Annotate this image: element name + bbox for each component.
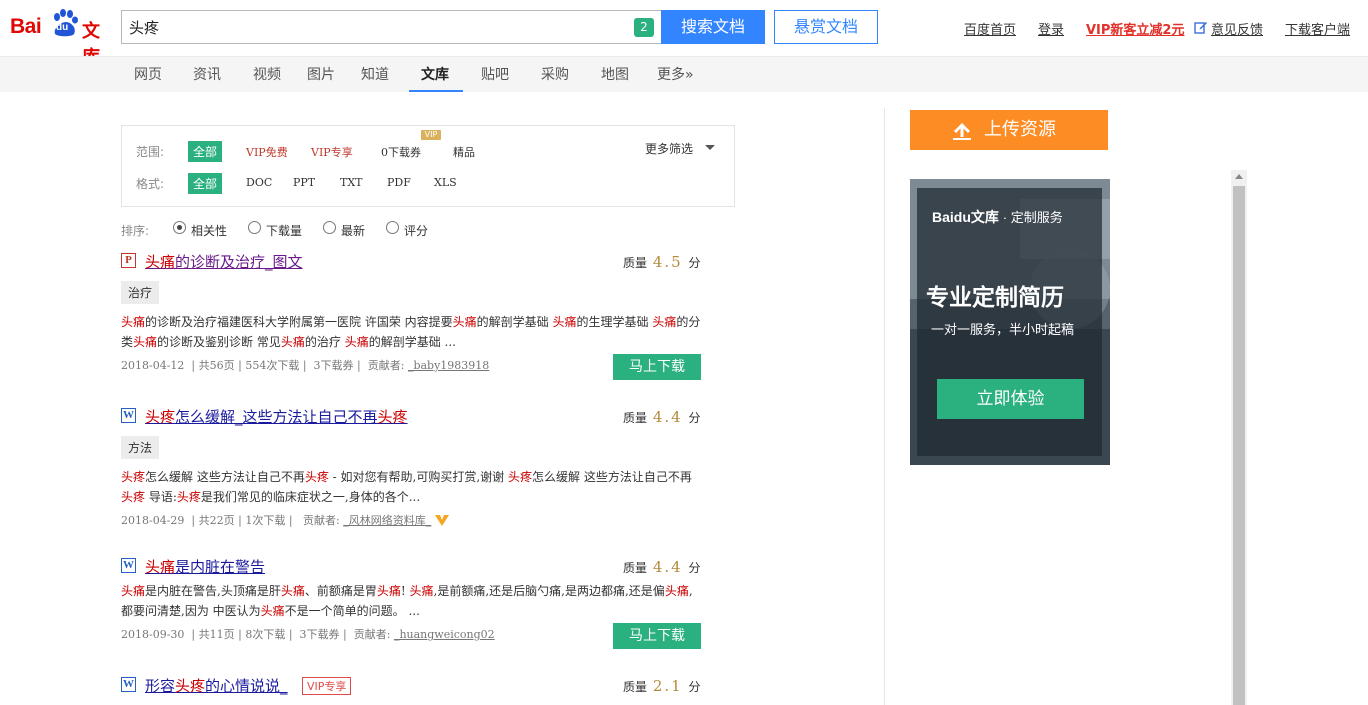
quality-score: 质量 2.1 分	[623, 677, 701, 695]
scope-premium-chip[interactable]: 精品	[453, 144, 475, 160]
sort-relevance-label[interactable]: 相关性	[191, 222, 227, 239]
result-meta: 2018-09-30 | 共11页 | 8次下载 | 3下载券 | 贡献者: _…	[121, 628, 495, 641]
feedback-edit-icon	[1194, 22, 1207, 34]
contributor-link[interactable]: _baby1983918	[408, 359, 489, 372]
scope-vip-exclusive-chip[interactable]: VIP专享	[311, 144, 353, 160]
search-docs-button[interactable]: 搜索文档	[661, 10, 765, 44]
upload-resource-button[interactable]: 上传资源	[910, 110, 1108, 150]
format-txt-chip[interactable]: TXT	[340, 176, 363, 189]
sort-newest-radio[interactable]	[323, 221, 336, 234]
result-meta: 2018-04-12 | 共56页 | 554次下载 | 3下载券 | 贡献者:…	[121, 359, 490, 372]
keyword-tag[interactable]: 方法	[121, 436, 160, 459]
baidu-wenku-logo[interactable]: Bai du 文库	[10, 8, 112, 68]
sort-rating-label[interactable]: 评分	[404, 222, 428, 239]
custom-resume-ad-banner[interactable]: Baidu文库 · 定制服务 专业定制简历 一对一服务，半小时起稿 立即体验	[910, 179, 1110, 465]
result-title-link[interactable]: 形容头疼的心情说说_	[145, 675, 288, 696]
sort-label: 排序:	[121, 224, 150, 238]
contributor-link[interactable]: _风林网络资料库_	[343, 514, 431, 527]
sort-relevance-radio[interactable]	[173, 221, 186, 234]
sort-newest-label[interactable]: 最新	[341, 222, 365, 239]
sort-downloads-radio[interactable]	[248, 221, 261, 234]
more-filters-toggle[interactable]: 更多筛选	[645, 140, 693, 157]
vip-promo-link[interactable]: VIP新客立减2元	[1086, 19, 1184, 38]
search-box: 2	[121, 10, 661, 44]
scope-zero-coupon-chip[interactable]: 0下载券	[381, 144, 421, 160]
upload-arrow-icon	[953, 123, 971, 140]
nav-item-image[interactable]: 图片	[307, 64, 335, 93]
nav-item-map[interactable]: 地图	[601, 64, 629, 93]
nav-item-more[interactable]: 更多»	[657, 64, 694, 93]
keyword-tag[interactable]: 治疗	[121, 281, 160, 304]
result-meta: 2018-04-29 | 共22页 | 1次下载 | 贡献者: _风林网络资料库…	[121, 512, 450, 528]
result-title-link[interactable]: 头疼怎么缓解_这些方法让自己不再头疼	[145, 406, 408, 427]
quality-score: 质量 4.4 分	[623, 408, 701, 426]
format-all-chip[interactable]: 全部	[188, 173, 223, 194]
scope-label: 范围:	[136, 145, 165, 159]
search-input[interactable]	[122, 11, 622, 43]
nav-item-news[interactable]: 资讯	[193, 64, 221, 93]
download-now-button[interactable]: 马上下载	[613, 354, 701, 380]
scope-vip-free-chip[interactable]: VIP免费	[246, 144, 288, 160]
reward-docs-button[interactable]: 悬赏文档	[774, 10, 878, 44]
download-client-link[interactable]: 下载客户端	[1285, 19, 1350, 38]
scrollbar[interactable]	[1231, 170, 1247, 705]
nav-item-tieba[interactable]: 贴吧	[481, 64, 509, 93]
nav-item-wenku[interactable]: 文库	[421, 64, 449, 93]
contributor-link[interactable]: _huangweicong02	[394, 628, 495, 641]
ad-try-now-button[interactable]: 立即体验	[937, 379, 1084, 419]
vip-exclusive-badge: VIP专享	[302, 677, 352, 695]
sort-rating-radio[interactable]	[386, 221, 399, 234]
logo-du-text: du	[56, 22, 69, 33]
result-summary: 头痛的诊断及治疗福建医科大学附属第一医院 许国荣 内容提要头痛的解剖学基础 头痛…	[121, 315, 701, 349]
result-summary: 头疼怎么缓解 这些方法让自己不再头疼 - 如对您有帮助,可购买打赏,谢谢 头疼怎…	[121, 470, 692, 504]
baidu-home-link[interactable]: 百度首页	[964, 19, 1016, 38]
nav-item-caigou[interactable]: 采购	[541, 64, 569, 93]
result-title-link[interactable]: 头痛是内脏在警告	[145, 556, 265, 577]
format-pdf-chip[interactable]: PDF	[387, 176, 411, 189]
format-label: 格式:	[136, 177, 165, 191]
ad-brand-text: Baidu文库 · 定制服务	[932, 209, 1063, 225]
caret-down-icon	[705, 145, 715, 150]
verified-v-icon	[435, 515, 450, 526]
word-file-icon: W	[121, 408, 136, 423]
download-now-button[interactable]: 马上下载	[613, 623, 701, 649]
word-file-icon: W	[121, 558, 136, 573]
ad-title: 专业定制简历	[926, 285, 1064, 311]
top-header: Bai du 文库 2 搜索文档 悬赏文档 百度首页 登录 VIP新客立减2元 …	[0, 0, 1368, 68]
format-doc-chip[interactable]: DOC	[246, 176, 272, 189]
result-summary: 头痛是内脏在警告,头顶痛是肝头痛、前额痛是胃头痛! 头痛,是前额痛,还是后脑勺痛…	[121, 584, 693, 618]
format-ppt-chip[interactable]: PPT	[293, 176, 315, 189]
sort-downloads-label[interactable]: 下载量	[266, 222, 302, 239]
result-item: W 形容头疼的心情说说_ VIP专享 质量 2.1 分	[121, 675, 701, 705]
quality-score: 质量 4.4 分	[623, 558, 701, 576]
column-divider	[884, 108, 885, 705]
nav-item-video[interactable]: 视频	[253, 64, 281, 93]
scroll-thumb[interactable]	[1233, 186, 1245, 705]
nav-item-zhidao[interactable]: 知道	[361, 64, 389, 93]
search-count-badge: 2	[634, 18, 654, 37]
result-item: W 头疼怎么缓解_这些方法让自己不再头疼 质量 4.4 分 方法 头疼怎么缓解 …	[121, 406, 701, 536]
result-item: W 头痛是内脏在警告 质量 4.4 分 头痛是内脏在警告,头顶痛是肝头痛、前额痛…	[121, 556, 701, 656]
channel-nav: 网页 资讯 视频 图片 知道 文库 贴吧 采购 地图 更多»	[0, 56, 1368, 92]
scope-all-chip[interactable]: 全部	[188, 141, 223, 162]
nav-item-web[interactable]: 网页	[134, 64, 162, 93]
upload-resource-label: 上传资源	[984, 119, 1056, 140]
ppt-file-icon: P	[121, 253, 136, 268]
quality-score: 质量 4.5 分	[623, 253, 701, 271]
ad-subtitle: 一对一服务，半小时起稿	[931, 323, 1075, 338]
word-file-icon: W	[121, 677, 136, 692]
login-link[interactable]: 登录	[1038, 19, 1064, 38]
feedback-link[interactable]: 意见反馈	[1211, 19, 1263, 38]
scroll-up-arrow-icon[interactable]	[1235, 174, 1243, 179]
nav-active-underline	[409, 90, 463, 92]
logo-bai-text: Bai	[10, 15, 42, 38]
vip-mini-tag: VIP	[421, 130, 441, 140]
result-title-link[interactable]: 头痛的诊断及治疗_图文	[145, 251, 303, 272]
format-xls-chip[interactable]: XLS	[434, 176, 457, 189]
result-item: P 头痛的诊断及治疗_图文 质量 4.5 分 治疗 头痛的诊断及治疗福建医科大学…	[121, 251, 701, 381]
